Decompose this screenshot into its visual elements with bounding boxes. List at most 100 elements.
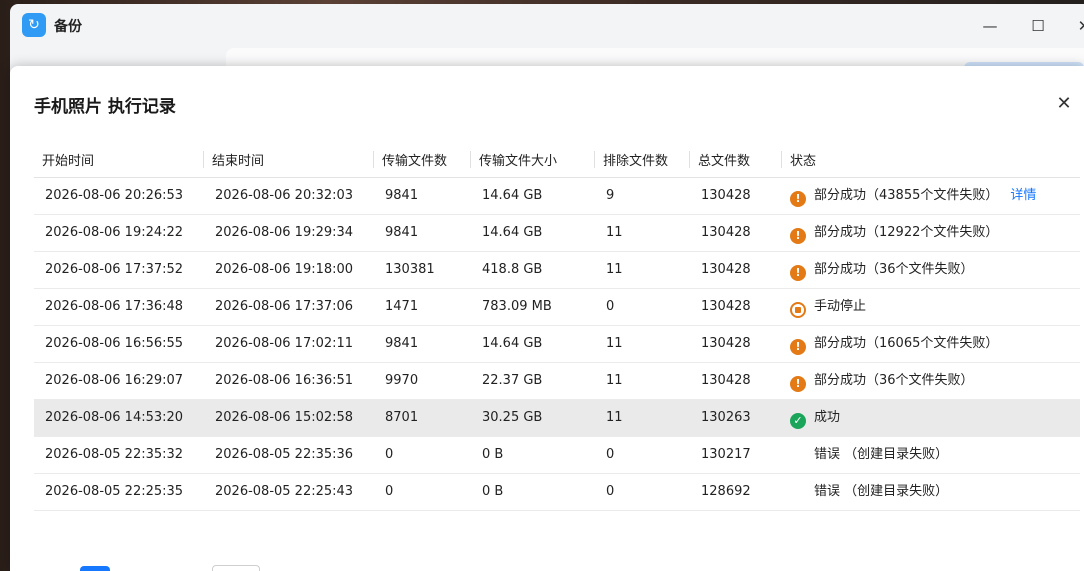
start-time-cell: 2026-08-06 16:56:55 (34, 325, 204, 363)
close-icon[interactable]: ✕ (1053, 92, 1075, 114)
execution-record-dialog: 手机照片 执行记录 ✕ 开始时间 结束时间 传输文件数 传输文件大小 排除文件数… (10, 66, 1084, 571)
start-time-cell: 2026-08-06 17:37:52 (34, 251, 204, 289)
status-cell: 手动停止 (782, 288, 1080, 326)
dialog-title: 手机照片 执行记录 (34, 97, 176, 117)
table-row[interactable]: 2026-08-06 17:37:52 2026-08-06 19:18:00 13… (34, 251, 1080, 289)
transfer-size-cell: 418.8 GB (471, 251, 595, 289)
transfer-size-cell: 14.64 GB (471, 325, 595, 363)
total-count-cell: 130428 (690, 251, 782, 289)
status-cell: ! 部分成功（12922个文件失败） (782, 214, 1080, 252)
transfer-count-cell: 8701 (374, 399, 471, 437)
total-count-cell: 130263 (690, 399, 782, 437)
status-cell: ! 部分成功（36个文件失败） (782, 251, 1080, 289)
table-header-row: 开始时间 结束时间 传输文件数 传输文件大小 排除文件数 总文件数 状态 (34, 142, 1080, 178)
warning-icon: ! (790, 227, 806, 244)
error-icon: ! (795, 488, 801, 502)
total-count-cell: 128692 (690, 473, 782, 511)
transfer-count-cell: 0 (374, 473, 471, 511)
column-header: 结束时间 (204, 142, 374, 178)
excluded-count-cell: 9 (595, 177, 690, 215)
error-icon: ! (795, 451, 801, 465)
status-text: 部分成功（43855个文件失败） (814, 188, 999, 204)
status-cell: ! 部分成功（43855个文件失败） 详情 (782, 177, 1080, 215)
total-count-cell: 130428 (690, 214, 782, 252)
total-count-cell: 130428 (690, 325, 782, 363)
status-cell: ✓ 成功 (782, 399, 1080, 437)
table-row[interactable]: 2026-08-06 20:26:53 2026-08-06 20:32:03 98… (34, 177, 1080, 215)
minimize-button[interactable]: — (978, 14, 1002, 38)
start-time-cell: 2026-08-06 16:29:07 (34, 362, 204, 400)
execution-record-table: 开始时间 结束时间 传输文件数 传输文件大小 排除文件数 总文件数 状态 202… (34, 142, 1080, 511)
status-cell: ! 错误 （创建目录失败） (782, 436, 1080, 474)
stop-icon (790, 302, 806, 318)
status-text: 部分成功（36个文件失败） (814, 262, 974, 278)
status-text: 部分成功（16065个文件失败） (814, 336, 999, 352)
end-time-cell: 2026-08-06 17:02:11 (204, 325, 374, 363)
end-time-cell: 2026-08-05 22:25:43 (204, 473, 374, 511)
status-cell: ! 部分成功（36个文件失败） (782, 362, 1080, 400)
transfer-count-cell: 0 (374, 436, 471, 474)
titlebar: ↻ 备份 — ☐ ✕ (10, 4, 1084, 48)
excluded-count-cell: 11 (595, 362, 690, 400)
transfer-size-cell: 30.25 GB (471, 399, 595, 437)
end-time-cell: 2026-08-06 16:36:51 (204, 362, 374, 400)
transfer-count-cell: 9841 (374, 177, 471, 215)
transfer-size-cell: 14.64 GB (471, 214, 595, 252)
column-header: 传输文件大小 (471, 142, 595, 178)
table-row[interactable]: 2026-08-06 17:36:48 2026-08-06 17:37:06 14… (34, 288, 1080, 326)
transfer-count-cell: 9841 (374, 214, 471, 252)
status-text: 部分成功（36个文件失败） (814, 373, 974, 389)
table-row[interactable]: 2026-08-06 16:29:07 2026-08-06 16:36:51 99… (34, 362, 1080, 400)
details-link[interactable]: 详情 (1010, 188, 1036, 203)
transfer-count-cell: 130381 (374, 251, 471, 289)
status-text: 错误 （创建目录失败） (814, 447, 949, 463)
warning-icon: ! (790, 338, 806, 355)
status-cell: ! 错误 （创建目录失败） (782, 473, 1080, 511)
column-header: 传输文件数 (374, 142, 471, 178)
excluded-count-cell: 11 (595, 325, 690, 363)
column-header: 排除文件数 (595, 142, 690, 178)
excluded-count-cell: 0 (595, 288, 690, 326)
end-time-cell: 2026-08-06 19:29:34 (204, 214, 374, 252)
start-time-cell: 2026-08-05 22:25:35 (34, 473, 204, 511)
table-row[interactable]: 2026-08-05 22:25:35 2026-08-05 22:25:43 0 0… (34, 473, 1080, 511)
total-count-cell: 130428 (690, 177, 782, 215)
status-text: 手动停止 (814, 299, 867, 314)
status-text: 错误 （创建目录失败） (814, 484, 949, 500)
transfer-size-cell: 14.64 GB (471, 177, 595, 215)
excluded-count-cell: 11 (595, 399, 690, 437)
table-row[interactable]: 2026-08-06 19:24:22 2026-08-06 19:29:34 98… (34, 214, 1080, 252)
end-time-cell: 2026-08-06 20:32:03 (204, 177, 374, 215)
table-row[interactable]: 2026-08-06 14:53:20 2026-08-06 15:02:58 87… (34, 399, 1080, 437)
column-header: 开始时间 (34, 142, 204, 178)
start-time-cell: 2026-08-05 22:35:32 (34, 436, 204, 474)
status-cell: ! 部分成功（16065个文件失败） (782, 325, 1080, 363)
status-text: 成功 (814, 410, 841, 426)
check-icon: ✓ (790, 412, 806, 429)
secondary-button[interactable] (212, 565, 260, 571)
excluded-count-cell: 11 (595, 214, 690, 252)
confirm-button[interactable] (80, 566, 110, 571)
transfer-size-cell: 783.09 MB (471, 288, 595, 326)
window-close-button[interactable]: ✕ (1072, 14, 1084, 38)
backup-app-icon: ↻ (22, 13, 46, 37)
total-count-cell: 130217 (690, 436, 782, 474)
warning-icon: ! (790, 375, 806, 392)
start-time-cell: 2026-08-06 17:36:48 (34, 288, 204, 326)
table-row[interactable]: 2026-08-06 16:56:55 2026-08-06 17:02:11 98… (34, 325, 1080, 363)
start-time-cell: 2026-08-06 20:26:53 (34, 177, 204, 215)
transfer-count-cell: 9841 (374, 325, 471, 363)
status-text: 部分成功（12922个文件失败） (814, 225, 999, 241)
end-time-cell: 2026-08-06 17:37:06 (204, 288, 374, 326)
app-title: 备份 (54, 19, 82, 35)
warning-icon: ! (790, 264, 806, 281)
end-time-cell: 2026-08-06 15:02:58 (204, 399, 374, 437)
excluded-count-cell: 11 (595, 251, 690, 289)
transfer-size-cell: 0 B (471, 436, 595, 474)
excluded-count-cell: 0 (595, 473, 690, 511)
transfer-size-cell: 0 B (471, 473, 595, 511)
table-row[interactable]: 2026-08-05 22:35:32 2026-08-05 22:35:36 0 0… (34, 436, 1080, 474)
maximize-button[interactable]: ☐ (1026, 14, 1050, 38)
column-header: 状态 (782, 142, 1080, 178)
start-time-cell: 2026-08-06 19:24:22 (34, 214, 204, 252)
